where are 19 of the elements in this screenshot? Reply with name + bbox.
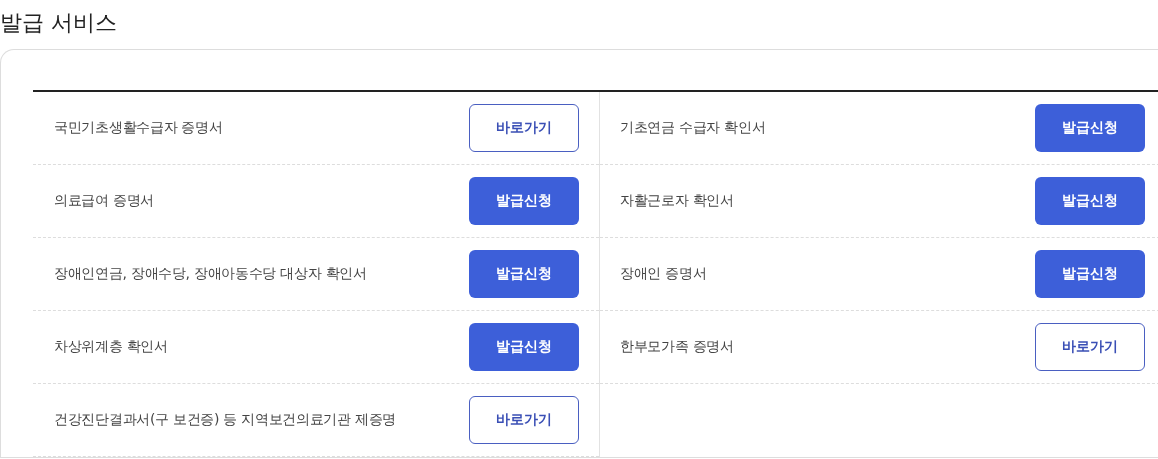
apply-button[interactable]: 발급신청 — [1035, 104, 1145, 152]
go-button[interactable]: 바로가기 — [469, 396, 579, 444]
certificate-name: 건강진단결과서(구 보건증) 등 지역보건의료기관 제증명 — [54, 411, 397, 429]
apply-button[interactable]: 발급신청 — [469, 323, 579, 371]
certificate-name: 장애인 증명서 — [620, 265, 707, 283]
certificate-name: 의료급여 증명서 — [54, 192, 155, 210]
apply-button[interactable]: 발급신청 — [469, 250, 579, 298]
certificate-name: 자활근로자 확인서 — [620, 192, 734, 210]
go-button[interactable]: 바로가기 — [1035, 323, 1145, 371]
go-button[interactable]: 바로가기 — [469, 104, 579, 152]
section-title: 발급 서비스 — [0, 9, 118, 37]
apply-button[interactable]: 발급신청 — [1035, 250, 1145, 298]
certificate-name: 장애인연금, 장애수당, 장애아동수당 대상자 확인서 — [54, 265, 367, 283]
certificate-name: 기초연금 수급자 확인서 — [620, 119, 766, 137]
certificate-name: 한부모가족 증명서 — [620, 338, 734, 356]
apply-button[interactable]: 발급신청 — [469, 177, 579, 225]
certificate-name: 차상위계층 확인서 — [54, 338, 168, 356]
certificate-name: 국민기초생활수급자 증명서 — [54, 119, 223, 137]
apply-button[interactable]: 발급신청 — [1035, 177, 1145, 225]
